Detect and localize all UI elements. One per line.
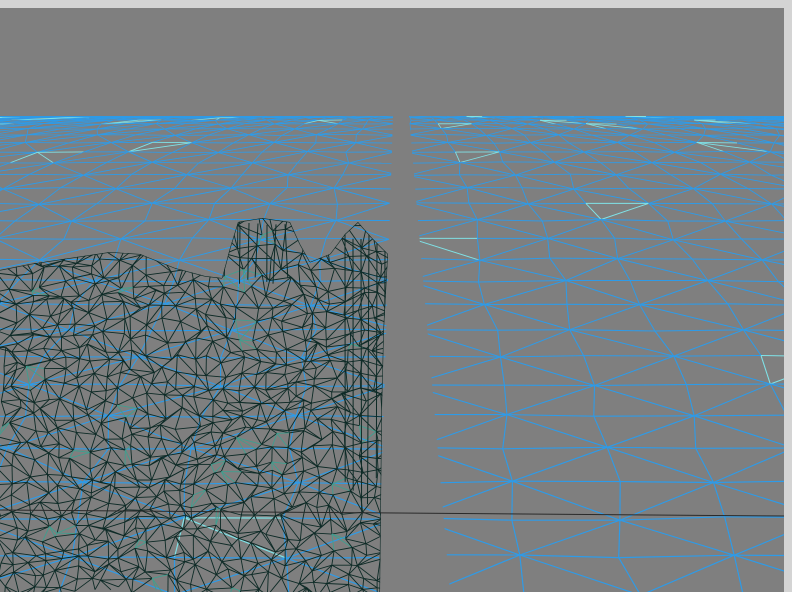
terrain-edge [132, 265, 134, 288]
water-edge [269, 203, 338, 205]
terrain-edge [212, 399, 214, 417]
water-edge [554, 161, 601, 164]
water-edge [700, 161, 750, 164]
water-edge [315, 134, 317, 143]
terrain-edge [73, 334, 93, 336]
terrain-edge [57, 323, 76, 326]
terrain-edge [175, 463, 199, 466]
water-edge [686, 383, 771, 386]
water-edge [218, 123, 245, 125]
terrain-edge [347, 349, 349, 363]
terrain-edge [163, 285, 165, 294]
water-edge [458, 162, 461, 175]
water-edge [530, 142, 570, 144]
terrain-edge [325, 327, 327, 340]
water-edge [409, 174, 460, 176]
water-edge [583, 355, 674, 357]
water-edge [262, 151, 308, 153]
window-top-border [0, 0, 792, 8]
water-edge [218, 151, 263, 153]
water-edge [528, 202, 586, 205]
terrain-edge [123, 318, 126, 334]
terrain-edge [376, 440, 379, 459]
water-edge [694, 414, 784, 417]
water-edge [174, 187, 232, 189]
water-edge [570, 173, 617, 176]
terrain-edge [276, 432, 290, 434]
3d-viewport[interactable] [0, 8, 784, 592]
water-edge [38, 203, 97, 205]
wireframe-scene[interactable] [0, 8, 784, 592]
terrain-edge [310, 403, 312, 411]
terrain-edge [196, 374, 207, 377]
terrain-edge [348, 255, 367, 257]
terrain-edge [145, 335, 147, 357]
terrain-edge [193, 386, 195, 397]
water-edge [238, 280, 321, 282]
water-edge [459, 161, 503, 163]
water-edge [673, 354, 762, 357]
water-edge [734, 554, 784, 557]
water-edge [72, 556, 175, 558]
water-edge [410, 128, 442, 130]
water-edge [207, 134, 249, 136]
water-edge [670, 173, 721, 176]
water-edge [725, 220, 784, 222]
water-edge [497, 329, 570, 331]
terrain-edge [106, 318, 125, 320]
terrain-edge [58, 457, 70, 459]
terrain-edge [225, 317, 227, 338]
terrain-edge [331, 431, 334, 445]
water-edge [549, 257, 618, 260]
terrain-edge [161, 304, 176, 307]
water-edge [741, 134, 780, 136]
render-window [0, 0, 792, 592]
terrain-edge [345, 287, 365, 289]
water-edge [43, 356, 139, 358]
water-edge [0, 383, 29, 386]
water-edge [703, 134, 742, 136]
water-edge [724, 516, 784, 519]
water-edge [556, 123, 587, 125]
water-edge [355, 134, 357, 143]
water-edge [593, 385, 596, 417]
water-edge [274, 141, 316, 144]
water-edge [0, 238, 64, 240]
